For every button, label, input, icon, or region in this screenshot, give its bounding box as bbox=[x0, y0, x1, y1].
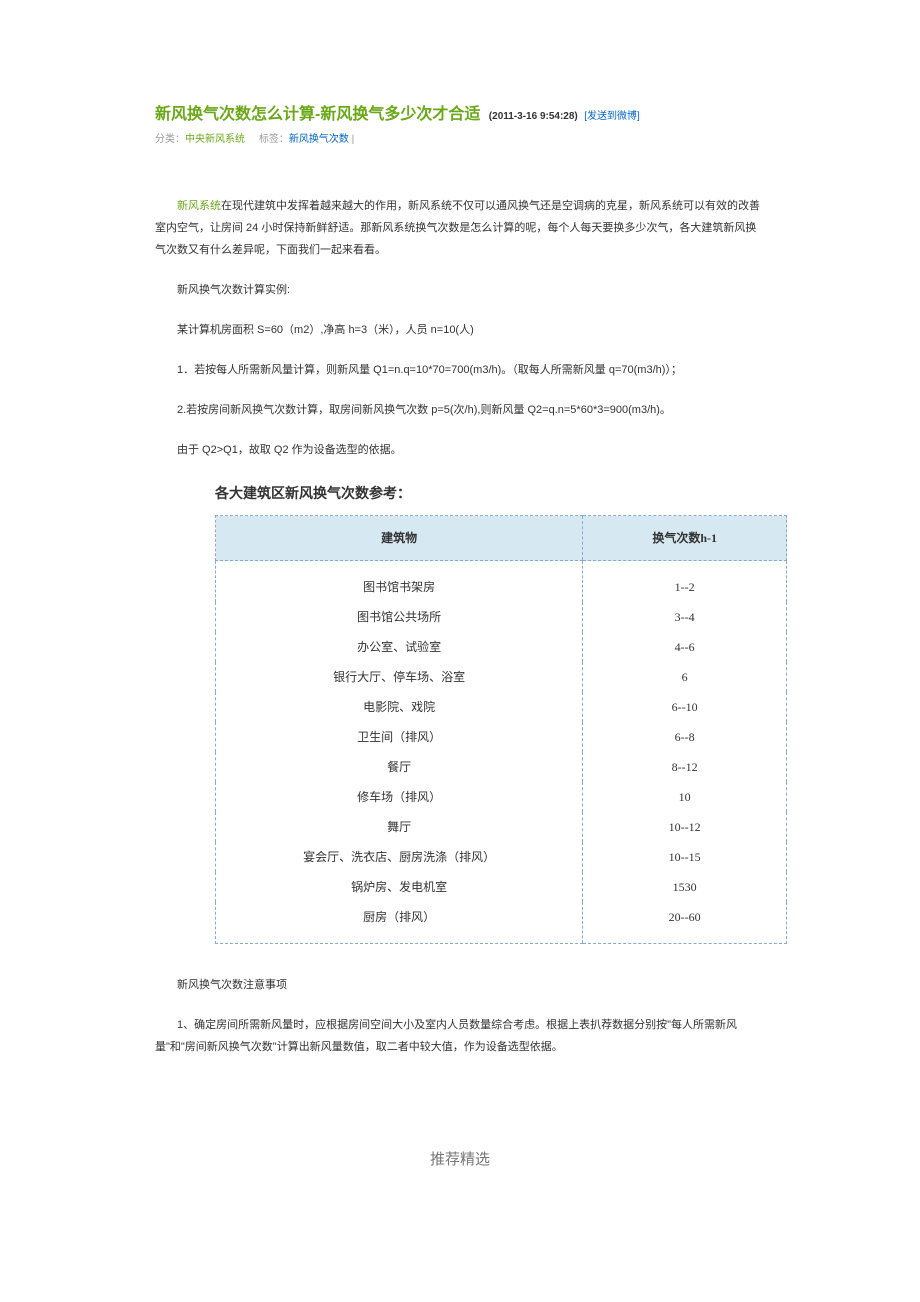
cell-building: 舞厅 bbox=[216, 812, 583, 842]
cell-building: 办公室、试验室 bbox=[216, 632, 583, 662]
table-header-row: 建筑物 换气次数h-1 bbox=[216, 516, 787, 561]
note-1: 1、确定房间所需新风量时，应根据房间空间大小及室内人员数量综合考虑。根据上表扒荐… bbox=[155, 1014, 765, 1058]
table-row: 图书馆公共场所3--4 bbox=[216, 602, 787, 632]
calculation-1: 1．若按每人所需新风量计算，则新风量 Q1=n.q=10*70=700(m3/h… bbox=[155, 359, 765, 381]
section-heading: 各大建筑区新风换气次数参考： bbox=[215, 479, 765, 507]
article-title: 新风换气次数怎么计算-新风换气多少次才合适 bbox=[155, 106, 480, 123]
cell-rate: 8--12 bbox=[583, 752, 787, 782]
cell-rate: 4--6 bbox=[583, 632, 787, 662]
reference-table: 建筑物 换气次数h-1 图书馆书架房1--2 图书馆公共场所3--4 办公室、试… bbox=[215, 515, 787, 944]
table-row: 宴会厅、洗衣店、厨房洗涤（排风）10--15 bbox=[216, 842, 787, 872]
article-date: (2011-3-16 9:54:28) bbox=[489, 111, 578, 122]
meta-separator: | bbox=[349, 134, 354, 145]
table-row: 卫生间（排风）6--8 bbox=[216, 722, 787, 752]
table-header-rate: 换气次数h-1 bbox=[583, 516, 787, 561]
cell-building: 修车场（排风） bbox=[216, 782, 583, 812]
notes-label: 新风换气次数注意事项 bbox=[155, 974, 765, 996]
cell-rate: 6--10 bbox=[583, 692, 787, 722]
table-row: 电影院、戏院6--10 bbox=[216, 692, 787, 722]
cell-building: 卫生间（排风） bbox=[216, 722, 583, 752]
table-row: 修车场（排风）10 bbox=[216, 782, 787, 812]
cell-building: 厨房（排风） bbox=[216, 902, 583, 944]
tag-link[interactable]: 新风换气次数 bbox=[289, 134, 349, 145]
cell-building: 图书馆书架房 bbox=[216, 561, 583, 603]
cell-building: 银行大厅、停车场、浴室 bbox=[216, 662, 583, 692]
cell-rate: 3--4 bbox=[583, 602, 787, 632]
cell-rate: 10 bbox=[583, 782, 787, 812]
cell-building: 图书馆公共场所 bbox=[216, 602, 583, 632]
cell-rate: 1--2 bbox=[583, 561, 787, 603]
intro-text: 在现代建筑中发挥着越来越大的作用，新风系统不仅可以通风换气还是空调病的克星，新风… bbox=[155, 200, 760, 256]
example-label: 新风换气次数计算实例: bbox=[155, 279, 765, 301]
article-content: 新风系统在现代建筑中发挥着越来越大的作用，新风系统不仅可以通风换气还是空调病的克… bbox=[155, 195, 765, 1058]
document-page: 新风换气次数怎么计算-新风换气多少次才合适 (2011-3-16 9:54:28… bbox=[0, 0, 920, 1209]
send-to-weibo-link[interactable]: [发送到微博] bbox=[584, 111, 640, 122]
calculation-2: 2.若按房间新风换气次数计算，取房间新风换气次数 p=5(次/h),则新风量 Q… bbox=[155, 399, 765, 421]
cell-building: 电影院、戏院 bbox=[216, 692, 583, 722]
cell-rate: 6 bbox=[583, 662, 787, 692]
intro-paragraph: 新风系统在现代建筑中发挥着越来越大的作用，新风系统不仅可以通风换气还是空调病的克… bbox=[155, 195, 765, 261]
table-row: 银行大厅、停车场、浴室6 bbox=[216, 662, 787, 692]
category-link[interactable]: 中央新风系统 bbox=[185, 134, 245, 145]
table-row: 舞厅10--12 bbox=[216, 812, 787, 842]
table-row: 餐厅8--12 bbox=[216, 752, 787, 782]
cell-rate: 10--15 bbox=[583, 842, 787, 872]
footer-text: 推荐精选 bbox=[155, 1148, 765, 1169]
table-header-building: 建筑物 bbox=[216, 516, 583, 561]
tag-label: 标签： bbox=[259, 134, 289, 145]
cell-rate: 10--12 bbox=[583, 812, 787, 842]
article-title-line: 新风换气次数怎么计算-新风换气多少次才合适 (2011-3-16 9:54:28… bbox=[155, 100, 765, 124]
table-body: 图书馆书架房1--2 图书馆公共场所3--4 办公室、试验室4--6 银行大厅、… bbox=[216, 561, 787, 944]
cell-building: 餐厅 bbox=[216, 752, 583, 782]
table-row: 图书馆书架房1--2 bbox=[216, 561, 787, 603]
cell-rate: 6--8 bbox=[583, 722, 787, 752]
example-setup: 某计算机房面积 S=60（m2）,净高 h=3（米），人员 n=10(人) bbox=[155, 319, 765, 341]
table-row: 厨房（排风）20--60 bbox=[216, 902, 787, 944]
cell-building: 宴会厅、洗衣店、厨房洗涤（排风） bbox=[216, 842, 583, 872]
cell-rate: 1530 bbox=[583, 872, 787, 902]
cell-rate: 20--60 bbox=[583, 902, 787, 944]
cell-building: 锅炉房、发电机室 bbox=[216, 872, 583, 902]
article-meta: 分类：中央新风系统 标签：新风换气次数 | bbox=[155, 130, 765, 145]
table-row: 办公室、试验室4--6 bbox=[216, 632, 787, 662]
conclusion: 由于 Q2>Q1，故取 Q2 作为设备选型的依据。 bbox=[155, 439, 765, 461]
table-row: 锅炉房、发电机室1530 bbox=[216, 872, 787, 902]
category-label: 分类： bbox=[155, 134, 185, 145]
fresh-air-system-link[interactable]: 新风系统 bbox=[177, 200, 221, 212]
